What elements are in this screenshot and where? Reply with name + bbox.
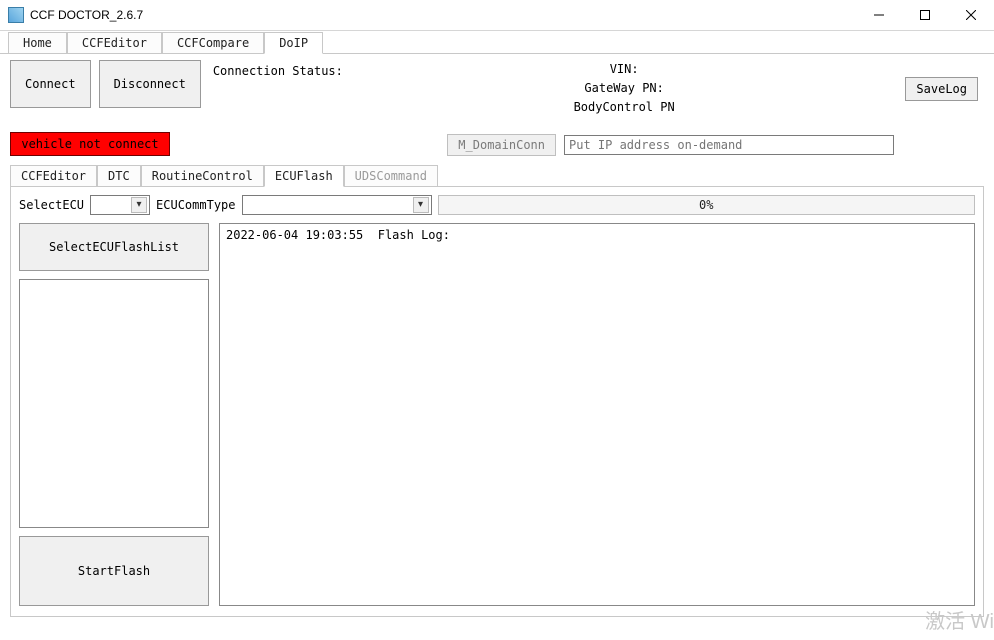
bodycontrol-pn-label: BodyControl PN	[343, 98, 906, 117]
maximize-button[interactable]	[902, 0, 948, 30]
connect-button[interactable]: Connect	[10, 60, 91, 108]
tab-ccfcompare[interactable]: CCFCompare	[162, 32, 264, 53]
flash-log-output[interactable]: 2022-06-04 19:03:55 Flash Log:	[219, 223, 975, 606]
main-tab-bar: Home CCFEditor CCFCompare DoIP	[0, 31, 994, 54]
vehicle-not-connect-banner: vehicle not connect	[10, 132, 170, 156]
close-icon	[966, 10, 976, 20]
ecu-comm-type-label: ECUCommType	[156, 198, 235, 212]
connection-status-label: Connection Status:	[213, 64, 343, 78]
chevron-down-icon: ▾	[413, 197, 429, 213]
select-ecu-label: SelectECU	[19, 198, 84, 212]
window-title: CCF DOCTOR_2.6.7	[30, 8, 143, 22]
minimize-icon	[874, 10, 884, 20]
gateway-pn-label: GateWay PN:	[343, 79, 906, 98]
subtab-ccfeditor[interactable]: CCFEditor	[10, 165, 97, 186]
app-icon	[8, 7, 24, 23]
tab-home[interactable]: Home	[8, 32, 67, 53]
progress-text: 0%	[699, 198, 713, 212]
sub-tab-bar: CCFEditor DTC RoutineControl ECUFlash UD…	[10, 166, 984, 187]
tab-doip[interactable]: DoIP	[264, 32, 323, 54]
close-button[interactable]	[948, 0, 994, 30]
chevron-down-icon: ▾	[131, 197, 147, 213]
ecu-flash-list[interactable]	[19, 279, 209, 528]
ecu-comm-type-combo[interactable]: ▾	[242, 195, 432, 215]
start-flash-button[interactable]: StartFlash	[19, 536, 209, 606]
subtab-routinecontrol[interactable]: RoutineControl	[141, 165, 264, 186]
select-ecu-combo[interactable]: ▾	[90, 195, 150, 215]
ip-address-input[interactable]	[564, 135, 894, 155]
minimize-button[interactable]	[856, 0, 902, 30]
subtab-udscommand[interactable]: UDSCommand	[344, 165, 438, 186]
ecuflash-panel: SelectECU ▾ ECUCommType ▾ 0% SelectECUFl…	[10, 187, 984, 617]
savelog-button[interactable]: SaveLog	[905, 77, 978, 101]
window-controls	[856, 0, 994, 30]
tab-ccfeditor[interactable]: CCFEditor	[67, 32, 162, 53]
maximize-icon	[920, 10, 930, 20]
vin-label: VIN:	[343, 60, 906, 79]
select-ecu-flash-list-button[interactable]: SelectECUFlashList	[19, 223, 209, 271]
titlebar: CCF DOCTOR_2.6.7	[0, 0, 994, 30]
flash-progress-bar: 0%	[438, 195, 975, 215]
subtab-dtc[interactable]: DTC	[97, 165, 141, 186]
m-domainconn-button[interactable]: M_DomainConn	[447, 134, 556, 156]
disconnect-button[interactable]: Disconnect	[99, 60, 201, 108]
doip-panel: Connect Disconnect Connection Status: VI…	[0, 54, 994, 623]
subtab-ecuflash[interactable]: ECUFlash	[264, 165, 344, 187]
